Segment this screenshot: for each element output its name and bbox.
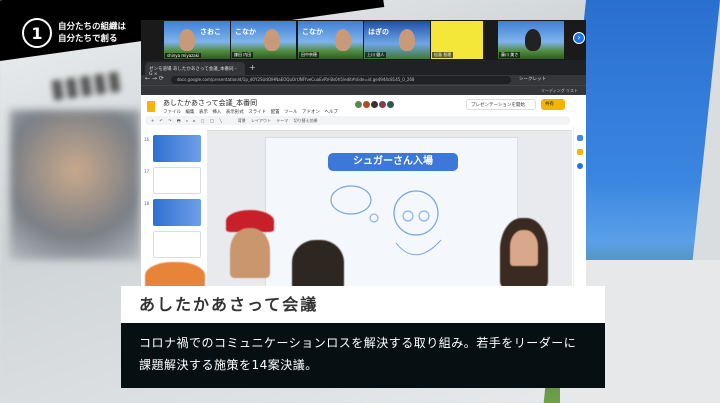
toolbar: + ↶ ↷ 🖶 ⌕ ▸ ▢ ◯ ╲ 背景 レイアウト テーマ 切り替え効果: [145, 116, 570, 125]
nav-buttons-icon[interactable]: ← → ⟳: [145, 75, 164, 82]
document-title[interactable]: あしたかあさって会議_本番同: [163, 98, 257, 108]
participant-tile[interactable]: さおこ shinya miyazaki: [164, 21, 230, 59]
caption-body: コロナ禍でのコミュニケーションロスを解決する取り組み。若手をリーダーに課題解決す…: [121, 323, 605, 388]
slide-number: 16: [144, 137, 150, 142]
participant-tile[interactable]: こなか 鎌田 内田: [231, 21, 296, 59]
menu-arrange[interactable]: 配置: [271, 110, 280, 115]
menu-bar: ファイル 編集 表示 挿入 表示形式 スライド 配置 ツール アドオン ヘルプ: [163, 109, 338, 115]
slide-heading: シュガーさん入場: [328, 153, 458, 171]
tasks-icon[interactable]: [577, 163, 583, 169]
slide-thumbnail[interactable]: [153, 231, 201, 258]
keep-icon[interactable]: [577, 149, 583, 155]
menu-insert[interactable]: 挿入: [212, 110, 221, 115]
collaborator-avatars: [354, 100, 395, 109]
slide-thumbnail[interactable]: [153, 199, 201, 226]
browser-tab[interactable]: ゼンモ道場 あしたかあさって会議_本番同 - G ×: [145, 62, 245, 77]
tab-prefix: ゼンモ道場: [149, 67, 172, 72]
menu-view[interactable]: 表示: [199, 110, 208, 115]
slide-number: 17: [144, 169, 150, 174]
participant-tile[interactable]: はぎの 上川 健人: [364, 21, 430, 59]
menu-addons[interactable]: アドオン: [302, 110, 320, 115]
toolbar-background[interactable]: 背景: [238, 118, 246, 123]
participant-face: [179, 29, 195, 51]
participant-woman-face: [510, 230, 538, 266]
menu-format[interactable]: 表示形式: [226, 110, 244, 115]
step-heading-line1: 自分たちの組織は: [58, 22, 127, 32]
participant-face: [399, 29, 415, 51]
address-bar: ← → ⟳ docs.google.com/presentation/d/1p_…: [141, 75, 586, 85]
menu-help[interactable]: ヘルプ: [324, 110, 338, 115]
slide-thumbnail[interactable]: [153, 167, 201, 194]
chevron-right-icon[interactable]: ›: [573, 32, 585, 44]
participant-face: [334, 29, 351, 51]
tile-label: はぎの: [368, 28, 389, 36]
url-field[interactable]: docs.google.com/presentation/d/1p_d0Y2SU…: [171, 76, 511, 84]
tile-label: こなか: [302, 28, 323, 36]
tile-label: こなか: [235, 28, 256, 36]
participant-name: 田中奈穂: [299, 52, 319, 58]
participant-name: 藤川 美さ: [499, 52, 521, 58]
side-panel: [573, 127, 586, 292]
step-heading-line2: 自分たちで創る: [58, 34, 118, 44]
incognito-indicator[interactable]: シークレット: [519, 76, 546, 82]
bookmarks-bar: リーディング リスト: [141, 85, 586, 95]
menu-edit[interactable]: 編集: [185, 110, 194, 115]
calendar-icon[interactable]: [577, 135, 583, 141]
menu-tools[interactable]: ツール: [284, 110, 298, 115]
background-photo: [10, 110, 140, 260]
slide-thumbnail[interactable]: [153, 135, 201, 162]
participant-tile[interactable]: 藤川 美さ: [498, 21, 564, 59]
share-button[interactable]: 共有: [541, 99, 565, 110]
caption-title: あしたかあさって会議: [121, 286, 605, 323]
slide-number: 18: [144, 201, 150, 206]
present-button[interactable]: プレゼンテーションを開始: [466, 99, 536, 110]
toolbar-transition[interactable]: 切り替え効果: [294, 118, 318, 123]
participant-name: shinya miyazaki: [165, 53, 202, 58]
participant-name: 松島 担理: [432, 52, 454, 58]
step-badge: 1: [22, 18, 52, 48]
participant-name: 鎌田 内田: [232, 52, 254, 58]
participant-tile[interactable]: 松島 担理: [431, 21, 483, 59]
new-tab-icon[interactable]: +: [249, 63, 256, 72]
presenter-face: [230, 228, 270, 278]
video-strip: さおこ shinya miyazaki こなか鎌田 内田 こなか田中奈穂 はぎの上…: [141, 20, 586, 60]
monkey-puppet: [292, 240, 344, 290]
ruler: [207, 127, 572, 131]
avatar: [386, 100, 395, 109]
tile-label: さおこ: [200, 28, 221, 36]
slides-logo-icon[interactable]: [147, 101, 155, 112]
participant-face: [263, 29, 280, 51]
participant-name: 上川 健人: [365, 52, 387, 58]
participant-tile[interactable]: こなか 田中奈穂: [298, 21, 363, 59]
step-heading: 自分たちの組織は 自分たちで創る: [58, 21, 126, 45]
reading-list[interactable]: リーディング リスト: [541, 88, 578, 94]
toolbar-theme[interactable]: テーマ: [276, 118, 288, 123]
toolbar-layout[interactable]: レイアウト: [251, 118, 271, 123]
participant-face: [525, 29, 541, 51]
menu-file[interactable]: ファイル: [163, 110, 181, 115]
menu-slide[interactable]: スライド: [248, 110, 266, 115]
browser-tab-bar: ゼンモ道場 あしたかあさって会議_本番同 - G × +: [141, 60, 586, 77]
